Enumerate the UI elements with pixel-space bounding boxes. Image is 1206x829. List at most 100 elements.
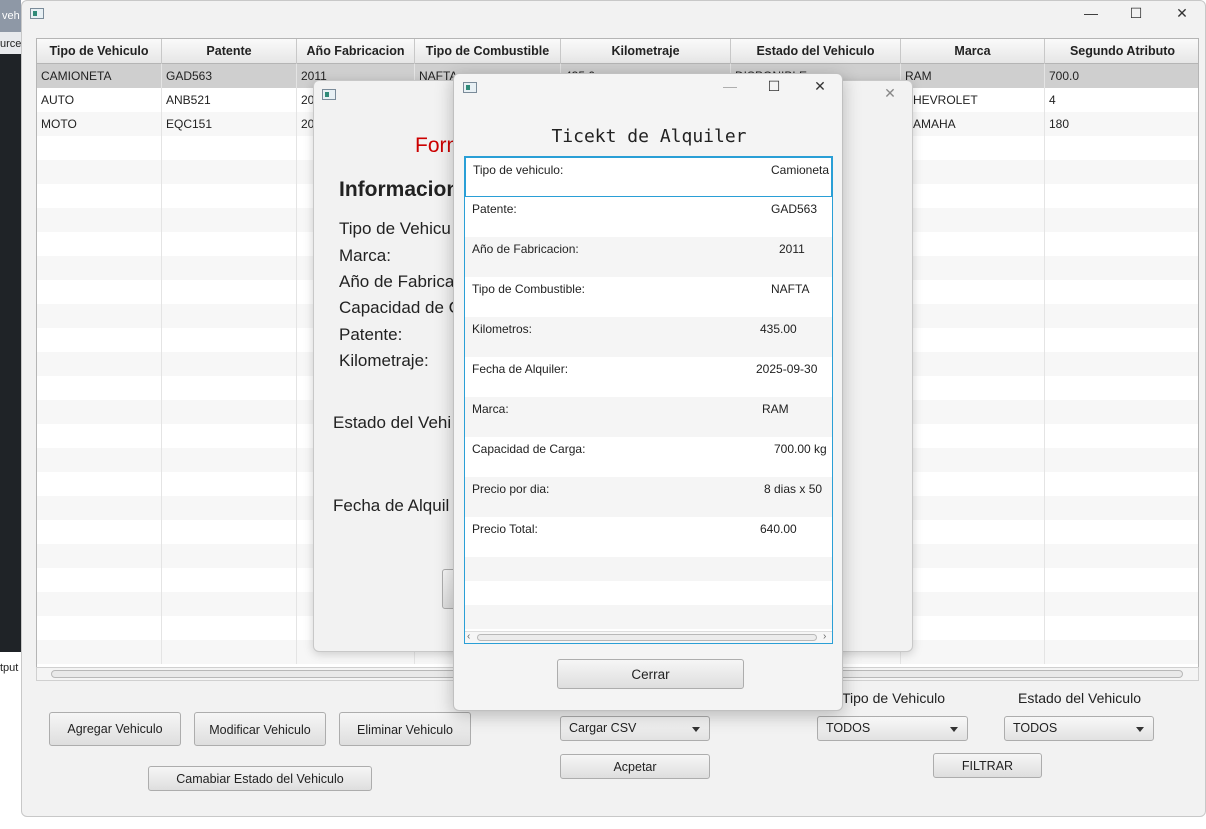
table-cell <box>37 352 162 376</box>
app-icon <box>322 89 336 100</box>
table-cell <box>162 328 297 352</box>
scroll-left-icon[interactable]: ‹ <box>467 631 470 642</box>
table-cell <box>1045 616 1198 640</box>
minimize-icon[interactable]: — <box>720 78 740 94</box>
vehicle-type-filter[interactable]: TODOS <box>817 716 968 741</box>
column-header[interactable]: Patente <box>162 39 297 64</box>
form-field-label: Capacidad de C <box>339 298 461 317</box>
load-csv-dropdown[interactable]: Cargar CSV <box>560 716 710 741</box>
ide-source-tab[interactable]: urce <box>0 32 21 54</box>
table-cell <box>1045 184 1198 208</box>
ticket-key: Tipo de Combustible: <box>472 282 585 296</box>
minimize-icon[interactable]: — <box>1081 5 1101 21</box>
table-cell <box>1045 328 1198 352</box>
table-cell <box>901 568 1045 592</box>
list-item[interactable]: Marca: RAM <box>465 397 832 437</box>
table-cell <box>901 424 1045 448</box>
close-icon[interactable]: ✕ <box>1172 5 1192 22</box>
dropdown-value: TODOS <box>826 721 871 735</box>
table-cell <box>162 136 297 160</box>
list-item[interactable]: Tipo de Combustible: NAFTA <box>465 277 832 317</box>
close-icon[interactable]: ✕ <box>810 78 830 95</box>
table-cell <box>1045 376 1198 400</box>
table-cell: 4 <box>1045 88 1198 112</box>
list-item[interactable]: Capacidad de Carga: 700.00 kg <box>465 437 832 477</box>
table-cell <box>1045 232 1198 256</box>
close-button[interactable]: Cerrar <box>557 659 744 689</box>
form-field-label: Marca: <box>339 246 391 265</box>
table-cell <box>901 160 1045 184</box>
filter-button[interactable]: FILTRAR <box>933 753 1042 778</box>
column-header[interactable]: Segundo Atributo <box>1045 39 1198 64</box>
list-item[interactable]: Kilometros: 435.00 <box>465 317 832 357</box>
column-header[interactable]: Kilometraje <box>561 39 731 64</box>
table-cell <box>901 448 1045 472</box>
column-header[interactable]: Estado del Vehiculo <box>731 39 901 64</box>
list-item[interactable]: Precio Total: 640.00 <box>465 517 832 557</box>
accept-button[interactable]: Acpetar <box>560 754 710 779</box>
table-cell <box>901 640 1045 664</box>
column-header[interactable]: Tipo de Vehiculo <box>37 39 162 64</box>
form-heading: Informacion <box>339 178 460 201</box>
vehicle-status-filter[interactable]: TODOS <box>1004 716 1154 741</box>
list-item[interactable]: Precio por dia: 8 dias x 50 <box>465 477 832 517</box>
table-cell <box>901 520 1045 544</box>
chevron-down-icon <box>1136 727 1144 732</box>
table-cell: HEVROLET <box>901 88 1045 112</box>
table-cell <box>162 184 297 208</box>
ticket-key: Fecha de Alquiler: <box>472 362 569 376</box>
column-header[interactable]: Año Fabricacion <box>297 39 415 64</box>
table-cell <box>901 376 1045 400</box>
change-status-button[interactable]: Camabiar Estado del Vehiculo <box>148 766 372 791</box>
table-header: Tipo de Vehiculo Patente Año Fabricacion… <box>37 39 1198 64</box>
maximize-icon[interactable]: ☐ <box>1126 5 1146 22</box>
table-cell <box>162 280 297 304</box>
scroll-right-icon[interactable]: › <box>823 631 826 642</box>
modify-vehicle-button[interactable]: Modificar Vehiculo <box>194 712 326 746</box>
table-cell <box>37 448 162 472</box>
table-cell <box>901 472 1045 496</box>
form-field-label: Año de Fabrica <box>339 272 455 291</box>
list-item <box>465 557 832 581</box>
list-item[interactable]: Fecha de Alquiler: 2025-09-30 <box>465 357 832 397</box>
table-cell <box>162 424 297 448</box>
table-cell <box>162 640 297 664</box>
table-cell <box>901 256 1045 280</box>
table-cell <box>1045 496 1198 520</box>
list-item[interactable]: Patente: GAD563 <box>465 197 832 237</box>
ide-editor-tab[interactable]: veh <box>0 0 21 32</box>
ticket-key: Marca: <box>472 402 509 416</box>
ticket-list[interactable]: Tipo de vehiculo: Camioneta Patente: GAD… <box>464 156 833 644</box>
ticket-value: 8 dias x 50 <box>764 482 823 496</box>
ticket-horizontal-scrollbar[interactable]: ‹ › <box>465 631 832 643</box>
table-cell <box>37 520 162 544</box>
table-cell <box>1045 280 1198 304</box>
table-cell <box>901 136 1045 160</box>
column-header[interactable]: Tipo de Combustible <box>415 39 561 64</box>
table-cell <box>162 544 297 568</box>
table-cell <box>37 568 162 592</box>
chevron-down-icon <box>692 727 700 732</box>
delete-vehicle-button[interactable]: Eliminar Vehiculo <box>339 712 471 746</box>
add-vehicle-button[interactable]: Agregar Vehiculo <box>49 712 181 746</box>
table-cell: CAMIONETA <box>37 64 162 88</box>
table-cell <box>37 544 162 568</box>
ide-editor-gutter <box>0 54 21 652</box>
table-cell <box>901 400 1045 424</box>
scrollbar-thumb[interactable] <box>477 634 817 641</box>
table-cell <box>901 592 1045 616</box>
table-cell <box>1045 208 1198 232</box>
ide-output-tab[interactable]: tput <box>0 662 21 682</box>
maximize-icon[interactable]: ☐ <box>764 78 784 95</box>
table-cell <box>37 184 162 208</box>
list-item[interactable]: Tipo de vehiculo: Camioneta <box>465 157 832 197</box>
table-cell <box>901 184 1045 208</box>
table-cell <box>37 424 162 448</box>
table-cell <box>37 256 162 280</box>
list-item[interactable]: Año de Fabricacion: 2011 <box>465 237 832 277</box>
ticket-key: Tipo de vehiculo: <box>473 163 564 177</box>
close-icon[interactable]: ✕ <box>880 85 900 102</box>
ticket-value: 2025-09-30 <box>756 362 818 376</box>
column-header[interactable]: Marca <box>901 39 1045 64</box>
ticket-value: 2011 <box>779 242 805 256</box>
